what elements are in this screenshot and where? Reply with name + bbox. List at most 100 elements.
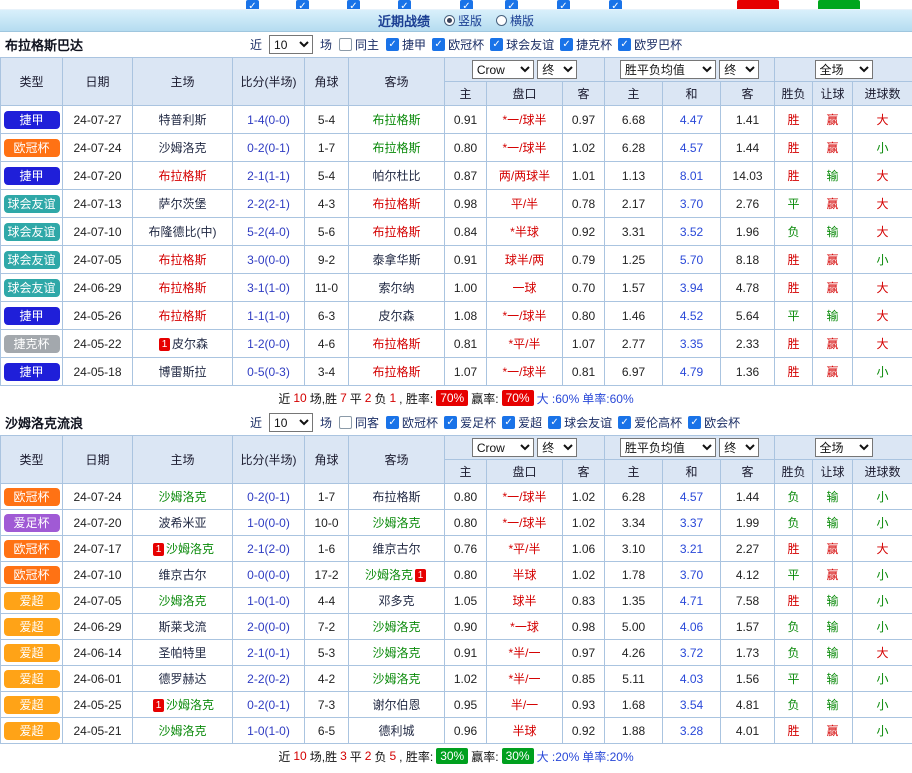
toolbar-checkbox-icon[interactable]: ✓	[296, 0, 309, 10]
asia-final-select[interactable]: 终	[537, 438, 577, 457]
scope-select[interactable]: 全场	[815, 60, 873, 79]
checkbox-checked-icon[interactable]: ✓	[618, 38, 631, 51]
away-team-cell[interactable]: 索尔纳	[349, 274, 445, 302]
match-count-select[interactable]: 10	[269, 35, 313, 54]
away-team-cell[interactable]: 布拉格斯	[349, 218, 445, 246]
checkbox-checked-icon[interactable]: ✓	[386, 38, 399, 51]
away-team-cell[interactable]: 布拉格斯	[349, 358, 445, 386]
home-team-cell[interactable]: 沙姆洛克	[133, 134, 233, 162]
score-cell[interactable]: 2-2(0-2)	[233, 666, 305, 692]
scope-select[interactable]: 全场	[815, 438, 873, 457]
checkbox-checked-icon[interactable]: ✓	[386, 416, 399, 429]
score-cell[interactable]: 2-1(0-1)	[233, 640, 305, 666]
score-cell[interactable]: 5-2(4-0)	[233, 218, 305, 246]
score-cell[interactable]: 1-1(1-0)	[233, 302, 305, 330]
score-cell[interactable]: 0-5(0-3)	[233, 358, 305, 386]
away-team-cell[interactable]: 泰拿华斯	[349, 246, 445, 274]
europe-final-select[interactable]: 终	[719, 60, 759, 79]
away-team-cell[interactable]: 布拉格斯	[349, 484, 445, 510]
away-team-cell[interactable]: 布拉格斯	[349, 190, 445, 218]
away-team-cell[interactable]: 布拉格斯	[349, 330, 445, 358]
home-team-cell[interactable]: 斯莱戈流	[133, 614, 233, 640]
same-venue-filter[interactable]: 同客	[339, 414, 379, 431]
checkbox-checked-icon[interactable]: ✓	[560, 38, 573, 51]
checkbox-checked-icon[interactable]: ✓	[548, 416, 561, 429]
home-team-cell[interactable]: 布拉格斯	[133, 162, 233, 190]
score-cell[interactable]: 3-1(1-0)	[233, 274, 305, 302]
away-team-cell[interactable]: 皮尔森	[349, 302, 445, 330]
home-team-cell[interactable]: 波希米亚	[133, 510, 233, 536]
home-team-cell[interactable]: 布拉格斯	[133, 274, 233, 302]
home-team-cell[interactable]: 1皮尔森	[133, 330, 233, 358]
checkbox-checked-icon[interactable]: ✓	[490, 38, 503, 51]
filter-league[interactable]: ✓爱超	[502, 414, 542, 431]
europe-source-select[interactable]: 胜平负均值	[620, 438, 716, 457]
toolbar-checkbox-icon[interactable]: ✓	[557, 0, 570, 10]
away-team-cell[interactable]: 维京古尔	[349, 536, 445, 562]
home-team-cell[interactable]: 特普利斯	[133, 106, 233, 134]
checkbox-checked-icon[interactable]: ✓	[688, 416, 701, 429]
toolbar-checkbox-icon[interactable]: ✓	[460, 0, 473, 10]
filter-league[interactable]: ✓球会友谊	[490, 36, 554, 53]
score-cell[interactable]: 0-2(0-1)	[233, 692, 305, 718]
layout-horizontal-option[interactable]: 横版	[496, 12, 534, 29]
away-team-cell[interactable]: 沙姆洛克	[349, 666, 445, 692]
filter-league[interactable]: ✓欧罗巴杯	[618, 36, 682, 53]
away-team-cell[interactable]: 沙姆洛克1	[349, 562, 445, 588]
toolbar-checkbox-icon[interactable]: ✓	[246, 0, 259, 10]
score-cell[interactable]: 1-4(0-0)	[233, 106, 305, 134]
home-team-cell[interactable]: 沙姆洛克	[133, 718, 233, 744]
score-cell[interactable]: 2-1(1-1)	[233, 162, 305, 190]
radio-selected-icon[interactable]	[444, 15, 455, 26]
home-team-cell[interactable]: 德罗赫达	[133, 666, 233, 692]
filter-league[interactable]: ✓球会友谊	[548, 414, 612, 431]
layout-vertical-option[interactable]: 竖版	[444, 12, 482, 29]
asia-source-select[interactable]: Crow	[472, 60, 534, 79]
toolbar-checkbox-icon[interactable]: ✓	[505, 0, 518, 10]
home-team-cell[interactable]: 1沙姆洛克	[133, 692, 233, 718]
radio-unselected-icon[interactable]	[496, 15, 507, 26]
away-team-cell[interactable]: 帕尔杜比	[349, 162, 445, 190]
score-cell[interactable]: 2-2(2-1)	[233, 190, 305, 218]
away-team-cell[interactable]: 邓多克	[349, 588, 445, 614]
checkbox-checked-icon[interactable]: ✓	[618, 416, 631, 429]
home-team-cell[interactable]: 沙姆洛克	[133, 484, 233, 510]
score-cell[interactable]: 0-2(0-1)	[233, 484, 305, 510]
score-cell[interactable]: 1-0(1-0)	[233, 718, 305, 744]
away-team-cell[interactable]: 沙姆洛克	[349, 640, 445, 666]
checkbox-unchecked-icon[interactable]	[339, 38, 352, 51]
home-team-cell[interactable]: 沙姆洛克	[133, 588, 233, 614]
away-team-cell[interactable]: 谢尔伯恩	[349, 692, 445, 718]
home-team-cell[interactable]: 布拉格斯	[133, 302, 233, 330]
filter-league[interactable]: ✓捷甲	[386, 36, 426, 53]
toolbar-checkbox-icon[interactable]: ✓	[609, 0, 622, 10]
europe-final-select[interactable]: 终	[719, 438, 759, 457]
toolbar-checkbox-icon[interactable]: ✓	[398, 0, 411, 10]
away-team-cell[interactable]: 沙姆洛克	[349, 510, 445, 536]
away-team-cell[interactable]: 布拉格斯	[349, 106, 445, 134]
checkbox-checked-icon[interactable]: ✓	[502, 416, 515, 429]
filter-league[interactable]: ✓欧冠杯	[386, 414, 438, 431]
checkbox-unchecked-icon[interactable]	[339, 416, 352, 429]
score-cell[interactable]: 1-2(0-0)	[233, 330, 305, 358]
checkbox-checked-icon[interactable]: ✓	[444, 416, 457, 429]
score-cell[interactable]: 0-0(0-0)	[233, 562, 305, 588]
filter-league[interactable]: ✓捷克杯	[560, 36, 612, 53]
home-team-cell[interactable]: 萨尔茨堡	[133, 190, 233, 218]
home-team-cell[interactable]: 圣帕特里	[133, 640, 233, 666]
score-cell[interactable]: 3-0(0-0)	[233, 246, 305, 274]
home-team-cell[interactable]: 1沙姆洛克	[133, 536, 233, 562]
toolbar-red-button[interactable]	[737, 0, 779, 10]
asia-source-select[interactable]: Crow	[472, 438, 534, 457]
filter-league[interactable]: ✓欧会杯	[688, 414, 740, 431]
match-count-select[interactable]: 10	[269, 413, 313, 432]
away-team-cell[interactable]: 布拉格斯	[349, 134, 445, 162]
checkbox-checked-icon[interactable]: ✓	[432, 38, 445, 51]
score-cell[interactable]: 1-0(1-0)	[233, 588, 305, 614]
away-team-cell[interactable]: 德利城	[349, 718, 445, 744]
score-cell[interactable]: 2-0(0-0)	[233, 614, 305, 640]
home-team-cell[interactable]: 博雷斯拉	[133, 358, 233, 386]
filter-league[interactable]: ✓爱伦高杯	[618, 414, 682, 431]
score-cell[interactable]: 1-0(0-0)	[233, 510, 305, 536]
score-cell[interactable]: 2-1(2-0)	[233, 536, 305, 562]
